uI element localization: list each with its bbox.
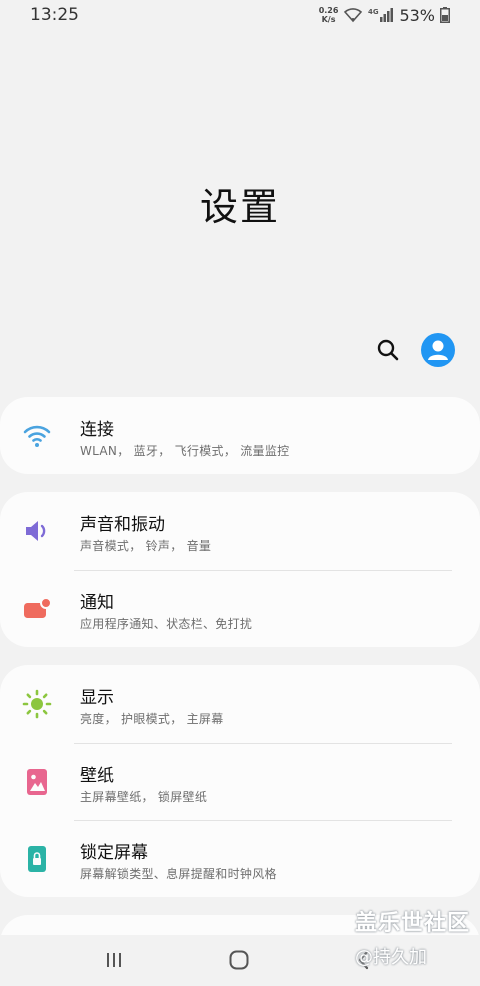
cellular-signal-icon: 4G (368, 7, 394, 23)
user-icon (428, 340, 448, 360)
settings-item-subtitle: 亮度， 护眼模式， 主屏幕 (80, 712, 224, 726)
settings-item-lock-screen[interactable]: 锁定屏幕 屏幕解锁类型、息屏提醒和时钟风格 (0, 820, 480, 897)
page-title: 设置 (199, 185, 280, 229)
settings-item-title: 显示 (80, 688, 114, 708)
watermark-main: 盖乐世社区 (354, 911, 470, 936)
wifi-status-icon (343, 7, 363, 23)
account-avatar-button[interactable] (421, 333, 455, 367)
recent-apps-button[interactable] (94, 945, 134, 975)
search-icon (377, 339, 399, 361)
settings-card-sound-notifications: 声音和振动 声音模式， 铃声， 音量 通知 应用程序通知、状态栏、免打扰 (0, 492, 480, 647)
battery-icon (440, 7, 450, 23)
settings-item-wallpaper[interactable]: 壁纸 主屏幕壁纸， 锁屏壁纸 (0, 743, 480, 820)
status-icons: 0.26 K/s 4G 53% (319, 6, 450, 25)
settings-item-title: 通知 (80, 593, 114, 613)
settings-item-subtitle: 主屏幕壁纸， 锁屏壁纸 (80, 790, 208, 804)
status-time: 13:25 (30, 5, 79, 25)
volume-icon (20, 514, 54, 548)
battery-percent: 53% (399, 5, 435, 25)
notification-icon (20, 592, 54, 626)
settings-item-notifications[interactable]: 通知 应用程序通知、状态栏、免打扰 (0, 570, 480, 647)
home-icon (229, 950, 249, 970)
wallpaper-icon (20, 765, 54, 799)
settings-card-display: 显示 亮度， 护眼模式， 主屏幕 壁纸 主屏幕壁纸， 锁屏壁纸 锁定屏幕 屏幕解… (0, 665, 480, 897)
recent-apps-icon (107, 953, 121, 967)
watermark: 盖乐世社区 @持久加 (355, 905, 470, 969)
brightness-icon (20, 687, 54, 721)
settings-item-display[interactable]: 显示 亮度， 护眼模式， 主屏幕 (0, 665, 480, 742)
settings-item-title: 壁纸 (80, 766, 114, 786)
network-speed-unit: K/s (321, 15, 336, 24)
settings-item-title: 声音和振动 (80, 515, 165, 535)
home-button[interactable] (219, 945, 259, 975)
status-bar: 13:25 0.26 K/s 4G 53% (0, 0, 480, 30)
settings-item-title: 连接 (80, 420, 114, 440)
settings-item-connections[interactable]: 连接 WLAN， 蓝牙， 飞行模式， 流量监控 (0, 397, 480, 474)
settings-item-subtitle: WLAN， 蓝牙， 飞行模式， 流量监控 (80, 444, 290, 458)
lock-screen-icon (20, 842, 54, 876)
network-speed-value: 0.26 (318, 6, 339, 15)
settings-item-subtitle: 应用程序通知、状态栏、免打扰 (80, 617, 253, 631)
settings-card-connections: 连接 WLAN， 蓝牙， 飞行模式， 流量监控 (0, 397, 480, 474)
settings-item-subtitle: 屏幕解锁类型、息屏提醒和时钟风格 (80, 867, 277, 881)
settings-item-subtitle: 声音模式， 铃声， 音量 (80, 539, 212, 553)
wifi-icon (20, 419, 54, 453)
network-speed: 0.26 K/s (319, 6, 339, 24)
search-button[interactable] (374, 336, 402, 364)
network-type-label: 4G (368, 8, 379, 16)
settings-item-sounds-vibration[interactable]: 声音和振动 声音模式， 铃声， 音量 (0, 492, 480, 569)
watermark-sub: @持久加 (354, 947, 427, 968)
settings-item-title: 锁定屏幕 (80, 843, 148, 863)
